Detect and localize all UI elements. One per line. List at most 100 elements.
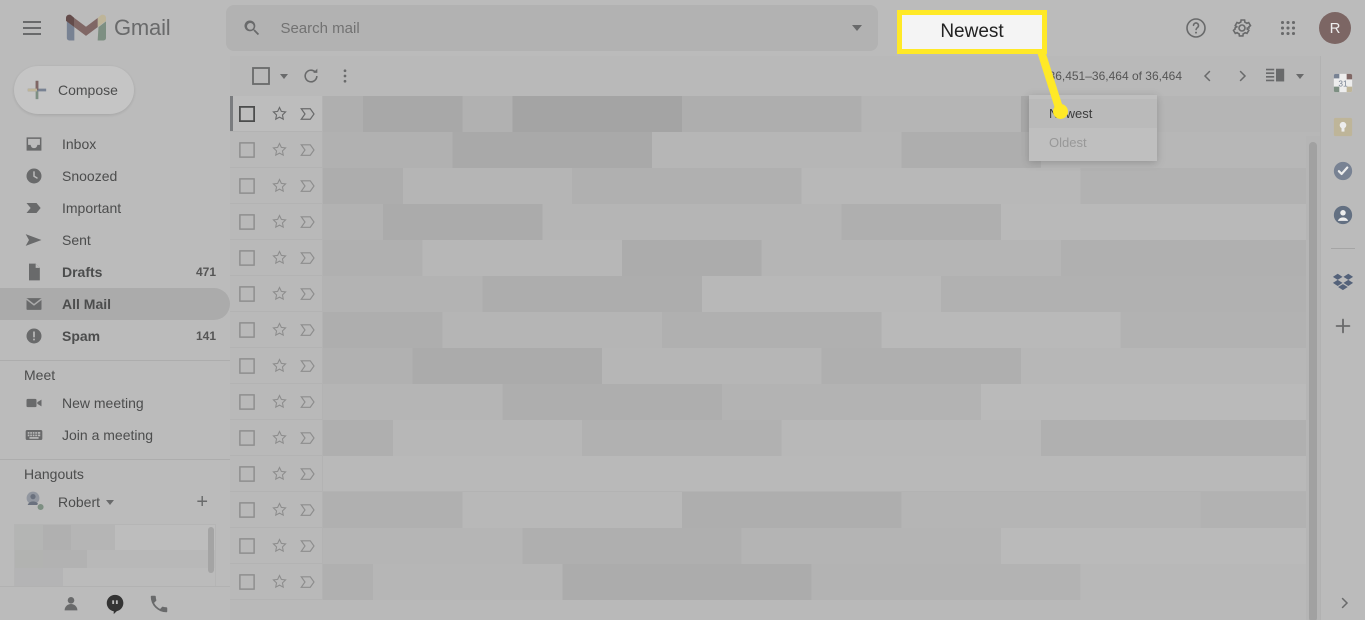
row-checkbox[interactable] xyxy=(230,105,264,122)
sidebar-item-important[interactable]: Important xyxy=(0,192,230,224)
sidebar-item-all-mail[interactable]: All Mail xyxy=(0,288,230,320)
sidebar-item-join-meeting[interactable]: Join a meeting xyxy=(0,419,230,451)
next-page-button[interactable] xyxy=(1226,60,1258,92)
row-star[interactable] xyxy=(264,105,294,122)
help-icon[interactable] xyxy=(1175,7,1217,49)
row-important-marker[interactable] xyxy=(294,178,322,194)
row-checkbox[interactable] xyxy=(230,141,264,158)
row-important-marker[interactable] xyxy=(294,466,322,482)
split-pane-toggle[interactable] xyxy=(1260,60,1292,92)
row-star[interactable] xyxy=(264,501,294,518)
scrollbar-thumb[interactable] xyxy=(1309,142,1317,620)
row-content-redacted[interactable] xyxy=(323,456,1320,492)
google-contacts-icon[interactable] xyxy=(1332,204,1354,226)
row-star[interactable] xyxy=(264,177,294,194)
search-bar[interactable] xyxy=(226,5,879,51)
row-checkbox[interactable] xyxy=(230,285,264,302)
row-content-redacted[interactable] xyxy=(323,419,1320,456)
sort-option-newest[interactable]: Newest xyxy=(1029,99,1157,128)
row-checkbox[interactable] xyxy=(230,177,264,194)
row-important-marker[interactable] xyxy=(294,142,322,158)
row-content-redacted[interactable] xyxy=(323,203,1320,240)
row-content-redacted[interactable] xyxy=(323,239,1320,276)
row-star[interactable] xyxy=(264,321,294,338)
table-row[interactable] xyxy=(230,491,1320,528)
row-content-redacted[interactable] xyxy=(323,491,1320,528)
row-important-marker[interactable] xyxy=(294,214,322,230)
hamburger-icon[interactable] xyxy=(8,4,56,52)
more-options-button[interactable] xyxy=(328,59,362,93)
row-star[interactable] xyxy=(264,465,294,482)
table-row[interactable] xyxy=(230,311,1320,348)
sidebar-item-snoozed[interactable]: Snoozed xyxy=(0,160,230,192)
chevron-down-icon[interactable] xyxy=(106,499,115,505)
row-star[interactable] xyxy=(264,357,294,374)
list-scrollbar[interactable] xyxy=(1306,136,1320,620)
row-checkbox[interactable] xyxy=(230,393,264,410)
row-content-redacted[interactable] xyxy=(323,527,1320,564)
row-important-marker[interactable] xyxy=(294,430,322,446)
row-content-redacted[interactable] xyxy=(323,563,1320,600)
row-checkbox[interactable] xyxy=(230,357,264,374)
table-row[interactable] xyxy=(230,527,1320,564)
sidebar-item-sent[interactable]: Sent xyxy=(0,224,230,256)
row-important-marker[interactable] xyxy=(294,322,322,338)
table-row[interactable] xyxy=(230,239,1320,276)
row-star[interactable] xyxy=(264,573,294,590)
hangouts-user[interactable]: Robert + xyxy=(0,486,230,518)
row-star[interactable] xyxy=(264,141,294,158)
sidebar-item-spam[interactable]: Spam 141 xyxy=(0,320,230,352)
table-row[interactable] xyxy=(230,563,1320,600)
table-row[interactable] xyxy=(230,167,1320,204)
row-star[interactable] xyxy=(264,213,294,230)
add-addon-icon[interactable] xyxy=(1332,315,1354,337)
row-checkbox[interactable] xyxy=(230,501,264,518)
row-checkbox[interactable] xyxy=(230,321,264,338)
row-checkbox[interactable] xyxy=(230,465,264,482)
row-content-redacted[interactable] xyxy=(323,96,1320,132)
search-input[interactable] xyxy=(280,19,853,37)
gear-icon[interactable] xyxy=(1221,7,1263,49)
sidebar-item-inbox[interactable]: Inbox xyxy=(0,128,230,160)
dropbox-icon[interactable] xyxy=(1332,271,1354,293)
google-keep-icon[interactable] xyxy=(1332,116,1354,138)
row-important-marker[interactable] xyxy=(294,502,322,518)
table-row[interactable] xyxy=(230,347,1320,384)
row-important-marker[interactable] xyxy=(294,250,322,266)
hangouts-chat-icon[interactable] xyxy=(104,593,126,615)
split-pane-dropdown-icon[interactable] xyxy=(1296,73,1304,79)
google-tasks-icon[interactable] xyxy=(1332,160,1354,182)
scrollbar[interactable] xyxy=(208,527,214,573)
sidebar-item-new-meeting[interactable]: New meeting xyxy=(0,387,230,419)
row-important-marker[interactable] xyxy=(294,358,322,374)
compose-button[interactable]: Compose xyxy=(14,66,134,114)
google-calendar-icon[interactable]: 31 xyxy=(1332,72,1354,94)
table-row[interactable] xyxy=(230,203,1320,240)
add-contact-icon[interactable]: + xyxy=(196,492,208,512)
row-content-redacted[interactable] xyxy=(323,167,1320,204)
row-important-marker[interactable] xyxy=(294,394,322,410)
table-row[interactable] xyxy=(230,383,1320,420)
chevron-down-icon[interactable] xyxy=(852,25,863,31)
row-star[interactable] xyxy=(264,537,294,554)
row-important-marker[interactable] xyxy=(294,106,322,122)
person-icon[interactable] xyxy=(60,593,82,615)
row-star[interactable] xyxy=(264,393,294,410)
row-star[interactable] xyxy=(264,429,294,446)
row-content-redacted[interactable] xyxy=(323,347,1320,384)
select-all-checkbox[interactable] xyxy=(244,59,278,93)
table-row[interactable] xyxy=(230,275,1320,312)
sort-option-oldest[interactable]: Oldest xyxy=(1029,128,1157,157)
row-content-redacted[interactable] xyxy=(323,275,1320,312)
row-checkbox[interactable] xyxy=(230,573,264,590)
row-checkbox[interactable] xyxy=(230,537,264,554)
row-content-redacted[interactable] xyxy=(323,383,1320,420)
row-important-marker[interactable] xyxy=(294,286,322,302)
expand-rail-button[interactable] xyxy=(1321,594,1365,612)
row-important-marker[interactable] xyxy=(294,538,322,554)
apps-grid-icon[interactable] xyxy=(1267,7,1309,49)
refresh-button[interactable] xyxy=(294,59,328,93)
row-important-marker[interactable] xyxy=(294,574,322,590)
table-row[interactable] xyxy=(230,455,1320,492)
row-star[interactable] xyxy=(264,285,294,302)
